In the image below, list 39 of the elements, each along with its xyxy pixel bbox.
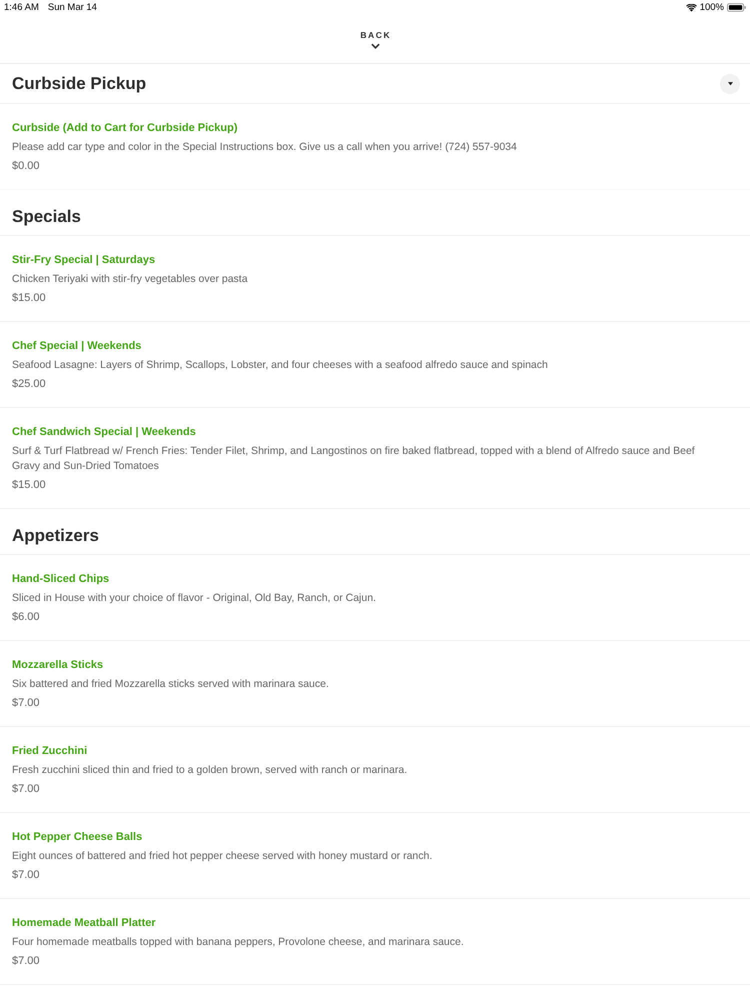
item-description: Four homemade meatballs topped with banana peppers, Provolone cheese, and marinara sauce. (12, 935, 465, 950)
item-price: $6.00 (12, 610, 41, 625)
item-name[interactable]: Hand-Sliced Chips (12, 570, 712, 589)
item-name[interactable]: Chef Special | Weekends (12, 337, 712, 356)
item-name[interactable]: Hot Pepper Cheese Balls (12, 828, 712, 847)
back-button[interactable]: BACK (358, 30, 392, 48)
item-name[interactable]: Stir-Fry Special | Saturdays (12, 251, 712, 270)
item-price: $15.00 (12, 291, 47, 306)
item-description: Chicken Teriyaki with stir-fry vegetables over pasta (12, 272, 249, 287)
item-description: Six battered and fried Mozzarella sticks served with marinara sauce. (12, 677, 330, 692)
section-title: Appetizers (12, 526, 99, 546)
item-price: $0.00 (12, 159, 41, 174)
battery-icon (727, 3, 746, 12)
battery-percent: 100% (700, 2, 724, 13)
item-description: Surf & Turf Flatbread w/ French Fries: Tender Filet, Shrimp, and Langostinos on fire baked flatbread, topped with a blend of Alfredo sauce and Beef Gravy and Sun-Dried Tomatoes (12, 444, 696, 474)
status-time: 1:46 AM (4, 2, 39, 13)
section-title: Curbside Pickup (12, 74, 146, 94)
item-name[interactable]: Mozzarella Sticks (12, 656, 712, 675)
item-price: $7.00 (12, 782, 41, 797)
item-name[interactable]: Homemade Meatball Platter (12, 914, 712, 933)
item-name[interactable]: Chef Sandwich Special | Weekends (12, 423, 712, 442)
item-description: Eight ounces of battered and fried hot pepper cheese served with honey mustard or ranch. (12, 849, 434, 864)
item-description: Sliced in House with your choice of flavor - Original, Old Bay, Ranch, or Cajun. (12, 591, 377, 606)
item-description: Please add car type and color in the Special Instructions box. Give us a call when you arrive! (724) 557-9034 (12, 140, 518, 155)
item-price: $7.00 (12, 696, 41, 711)
item-price: $15.00 (12, 478, 47, 493)
status-date: Sun Mar 14 (48, 2, 97, 13)
item-description: Fresh zucchini sliced thin and fried to a golden brown, served with ranch or marinara. (12, 763, 408, 778)
caret-icon (728, 82, 732, 86)
item-price: $7.00 (12, 954, 41, 969)
chevron-down-icon (370, 42, 380, 48)
item-price: $7.00 (12, 868, 41, 883)
item-name[interactable]: Curbside (Add to Cart for Curbside Pickup) (12, 119, 712, 138)
wifi-icon (686, 4, 697, 12)
section-title: Specials (12, 207, 81, 227)
item-description: Seafood Lasagne: Layers of Shrimp, Scallops, Lobster, and four cheeses with a seafood alfredo sauce and spinach (12, 358, 549, 373)
item-price: $25.00 (12, 377, 47, 392)
item-name[interactable]: Fried Zucchini (12, 742, 712, 761)
dropdown-button[interactable] (720, 74, 740, 94)
